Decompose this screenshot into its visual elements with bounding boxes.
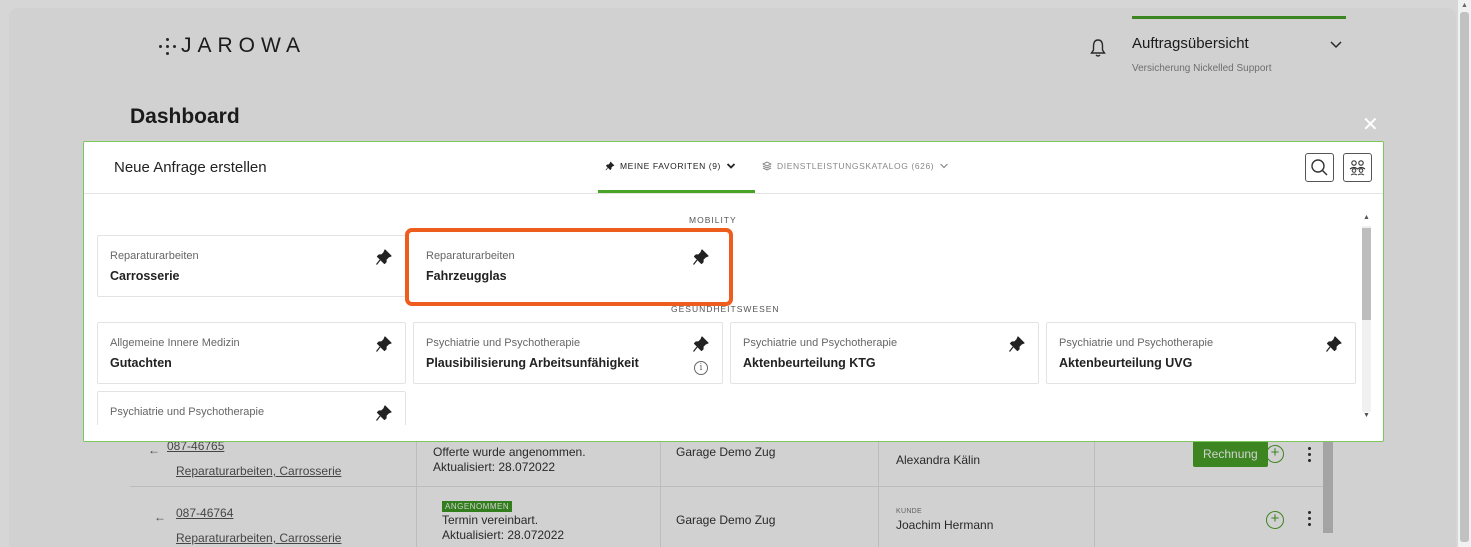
page-scroll-thumb[interactable] — [1460, 12, 1469, 542]
modal-title: Neue Anfrage erstellen — [114, 159, 267, 176]
service-card[interactable]: Allgemeine Innere Medizin Gutachten — [97, 322, 406, 384]
tab-favorites[interactable]: MEINE FAVORITEN (9) — [605, 161, 736, 171]
pin-icon[interactable] — [375, 248, 393, 266]
search-icon — [1311, 159, 1328, 176]
people-icon — [1349, 160, 1366, 176]
service-card[interactable]: Reparaturarbeiten Carrosserie — [97, 235, 406, 297]
pin-icon — [605, 161, 615, 171]
pin-icon[interactable] — [1325, 335, 1343, 353]
tab-catalog-label: DIENSTLEISTUNGSKATALOG (626) — [777, 161, 935, 171]
card-service-name: Aktenbeurteilung KTG — [743, 356, 876, 370]
card-category: Psychiatrie und Psychotherapie — [1059, 337, 1214, 349]
pin-icon[interactable] — [1008, 335, 1026, 353]
close-icon[interactable]: ✕ — [1362, 115, 1379, 135]
catalog-icon — [762, 161, 772, 171]
chevron-down-icon — [726, 163, 736, 169]
card-service-name: Gutachten — [110, 356, 172, 370]
card-service-name: Carrosserie — [110, 269, 180, 283]
card-category: Psychiatrie und Psychotherapie — [743, 337, 898, 349]
pin-icon[interactable] — [375, 404, 393, 422]
search-button[interactable] — [1305, 153, 1334, 182]
card-category: Psychiatrie und Psychotherapie — [110, 406, 265, 418]
service-card[interactable]: Psychiatrie und Psychotherapie Aktenbeur… — [1046, 322, 1356, 384]
pin-icon[interactable] — [692, 335, 710, 353]
modal-header: Neue Anfrage erstellen MEINE FAVORITEN (… — [84, 142, 1383, 194]
tab-favorites-label: MEINE FAVORITEN (9) — [620, 161, 721, 171]
card-category: Reparaturarbeiten — [110, 250, 199, 262]
service-card[interactable]: Psychiatrie und Psychotherapie Aktenbeur… — [730, 322, 1039, 384]
page-scrollbar[interactable]: ▲ — [1458, 0, 1471, 547]
new-request-modal: Neue Anfrage erstellen MEINE FAVORITEN (… — [83, 141, 1384, 442]
chevron-down-icon — [940, 163, 949, 169]
scroll-down-icon[interactable]: ▼ — [1363, 412, 1370, 419]
people-button[interactable] — [1343, 153, 1372, 182]
modal-bottom-fade — [84, 425, 1354, 441]
highlight-annotation — [405, 228, 733, 306]
active-tab-indicator — [598, 190, 755, 193]
modal-scrollbar[interactable]: ▲ ▼ — [1360, 214, 1373, 424]
tab-service-catalog[interactable]: DIENSTLEISTUNGSKATALOG (626) — [762, 161, 949, 171]
card-category: Psychiatrie und Psychotherapie — [426, 337, 581, 349]
service-card[interactable]: Psychiatrie und Psychotherapie Plausibil… — [413, 322, 723, 384]
scroll-up-icon[interactable]: ▲ — [1363, 214, 1370, 221]
scroll-thumb[interactable] — [1362, 228, 1371, 320]
card-category: Allgemeine Innere Medizin — [110, 337, 240, 349]
section-heading-mobility: MOBILITY — [689, 215, 737, 225]
card-service-name: Plausibilisierung Arbeitsunfähigkeit — [426, 356, 639, 370]
card-service-name: Aktenbeurteilung UVG — [1059, 356, 1193, 370]
scroll-up-icon[interactable]: ▲ — [1461, 2, 1468, 9]
pin-icon[interactable] — [375, 335, 393, 353]
info-icon[interactable]: i — [694, 361, 708, 375]
